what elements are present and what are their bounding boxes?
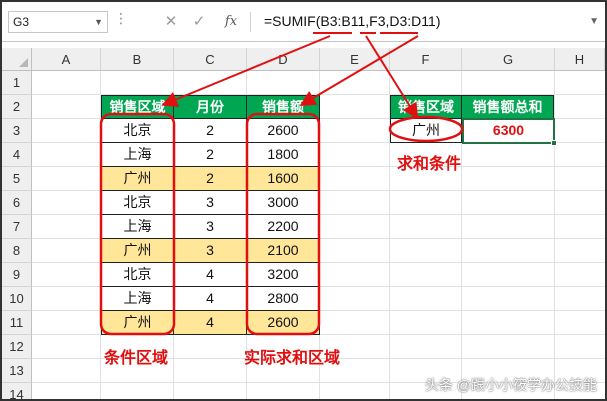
row-header-11[interactable]: 11 — [2, 311, 32, 335]
table-cell-month[interactable]: 3 — [174, 215, 247, 239]
table-cell-month[interactable]: 4 — [174, 263, 247, 287]
table-cell-sales[interactable]: 2200 — [247, 215, 320, 239]
row-header-8[interactable]: 8 — [2, 239, 32, 263]
row-header-13[interactable]: 13 — [2, 359, 32, 383]
table-cell-sales[interactable]: 3200 — [247, 263, 320, 287]
formula-bar: G3 ▼ ⋮ ✕ ✓ fx =SUMIF(B3:B11,F3,D3:D11) ▼ — [2, 2, 605, 42]
row-header-12[interactable]: 12 — [2, 335, 32, 359]
table-cell-sales[interactable]: 2800 — [247, 287, 320, 311]
more-options-icon[interactable]: ⋮ — [114, 10, 128, 27]
column-header-h[interactable]: H — [555, 48, 605, 71]
enter-icon[interactable]: ✓ — [188, 11, 210, 33]
row-header-7[interactable]: 7 — [2, 215, 32, 239]
formula-bar-divider — [250, 12, 251, 32]
criteria-cell-f3[interactable]: 广州 — [390, 119, 462, 143]
table-cell-region[interactable]: 广州 — [101, 167, 174, 191]
row-header-5[interactable]: 5 — [2, 167, 32, 191]
column-header-c[interactable]: C — [174, 48, 247, 71]
header-sales[interactable]: 销售额 — [247, 95, 320, 119]
insert-function-icon[interactable]: fx — [220, 11, 242, 33]
column-header-a[interactable]: A — [32, 48, 101, 71]
watermark: 头条 @跟小小筱学办公技能 — [424, 377, 597, 393]
table-cell-sales[interactable]: 2600 — [247, 119, 320, 143]
header-region[interactable]: 销售区域 — [101, 95, 174, 119]
table-cell-sales[interactable]: 2600 — [247, 311, 320, 335]
sum-range-label: 实际求和区域 — [244, 350, 341, 367]
result-header-total[interactable]: 销售额总和 — [462, 95, 554, 119]
row-header-3[interactable]: 3 — [2, 119, 32, 143]
table-cell-region[interactable]: 上海 — [101, 143, 174, 167]
row-header-9[interactable]: 9 — [2, 263, 32, 287]
column-header-f[interactable]: F — [390, 48, 462, 71]
select-all-corner[interactable] — [2, 48, 32, 71]
table-cell-region[interactable]: 广州 — [101, 239, 174, 263]
table-cell-sales[interactable]: 3000 — [247, 191, 320, 215]
column-header-e[interactable]: E — [320, 48, 390, 71]
table-cell-month[interactable]: 3 — [174, 191, 247, 215]
table-cell-sales[interactable]: 1600 — [247, 167, 320, 191]
table-cell-region[interactable]: 北京 — [101, 119, 174, 143]
name-box-value: G3 — [13, 15, 30, 29]
column-header-b[interactable]: B — [101, 48, 174, 71]
criteria-label: 求和条件 — [397, 156, 462, 173]
column-header-g[interactable]: G — [462, 48, 555, 71]
table-cell-region[interactable]: 北京 — [101, 191, 174, 215]
name-box[interactable]: G3 ▼ — [8, 11, 108, 33]
table-cell-month[interactable]: 4 — [174, 287, 247, 311]
table-cell-region[interactable]: 上海 — [101, 287, 174, 311]
table-cell-sales[interactable]: 1800 — [247, 143, 320, 167]
row-header-14[interactable]: 14 — [2, 383, 32, 401]
expand-formula-bar-icon[interactable]: ▼ — [589, 16, 599, 27]
range-label: 条件区域 — [104, 350, 169, 367]
row-header-6[interactable]: 6 — [2, 191, 32, 215]
table-cell-month[interactable]: 3 — [174, 239, 247, 263]
column-header-d[interactable]: D — [247, 48, 320, 71]
chevron-down-icon[interactable]: ▼ — [94, 12, 103, 32]
row-header-2[interactable]: 2 — [2, 95, 32, 119]
row-header-1[interactable]: 1 — [2, 71, 32, 95]
table-cell-month[interactable]: 4 — [174, 311, 247, 335]
table-cell-sales[interactable]: 2100 — [247, 239, 320, 263]
result-header-region[interactable]: 销售区域 — [390, 95, 462, 119]
fill-handle[interactable] — [551, 140, 557, 146]
table-cell-month[interactable]: 2 — [174, 143, 247, 167]
formula-input[interactable]: =SUMIF(B3:B11,F3,D3:D11) — [264, 13, 440, 29]
table-cell-region[interactable]: 北京 — [101, 263, 174, 287]
row-header-10[interactable]: 10 — [2, 287, 32, 311]
table-cell-month[interactable]: 2 — [174, 119, 247, 143]
table-cell-region[interactable]: 上海 — [101, 215, 174, 239]
row-header-4[interactable]: 4 — [2, 143, 32, 167]
cancel-icon[interactable]: ✕ — [160, 11, 182, 33]
table-cell-month[interactable]: 2 — [174, 167, 247, 191]
header-month[interactable]: 月份 — [174, 95, 247, 119]
result-cell-g3[interactable]: 6300 — [462, 118, 555, 144]
table-cell-region[interactable]: 广州 — [101, 311, 174, 335]
